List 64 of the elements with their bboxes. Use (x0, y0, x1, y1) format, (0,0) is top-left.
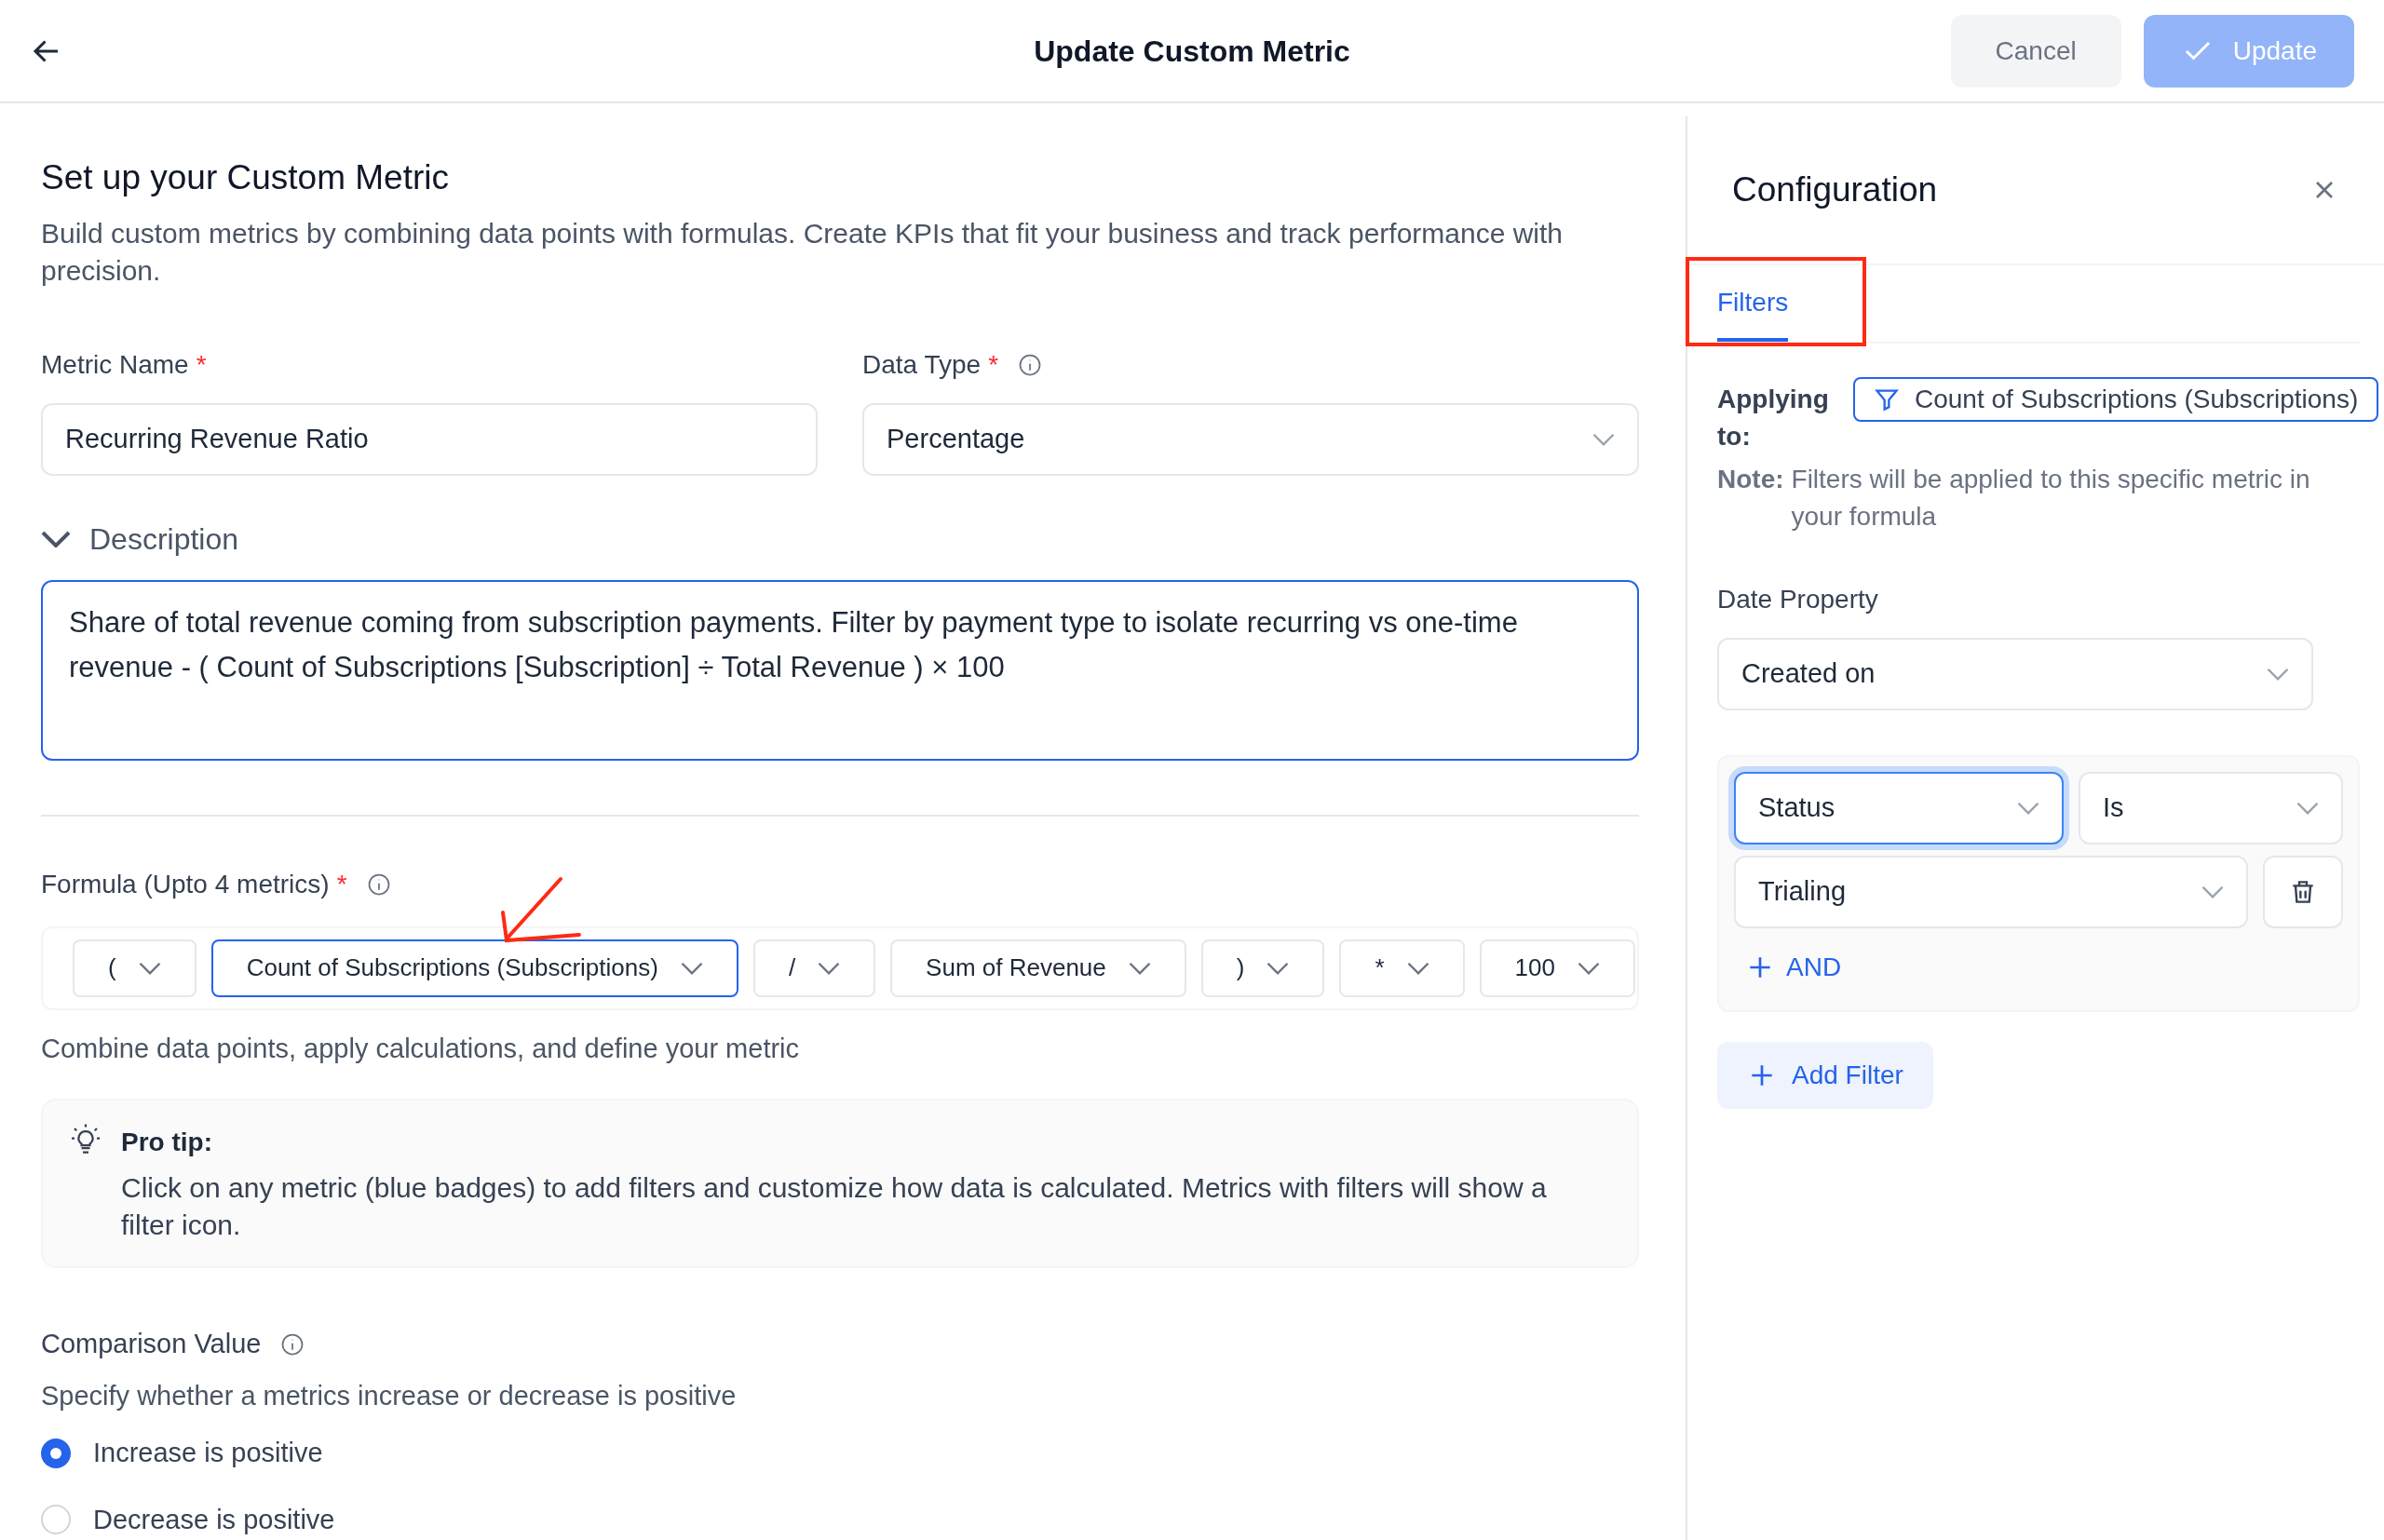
delete-button[interactable] (2263, 856, 2343, 928)
chevron-down-icon (818, 961, 841, 975)
chevron-down-icon (138, 961, 161, 975)
dropdown[interactable]: Trialing (1734, 856, 2248, 928)
chevron-down-icon (2296, 802, 2319, 815)
dropdown-value: Status (1758, 791, 1835, 825)
chevron-down-icon (680, 961, 703, 975)
field-label: Metric Name (41, 348, 189, 381)
chevron-down-icon (2267, 668, 2289, 681)
formula-token[interactable]: ( (73, 939, 196, 997)
chevron-down-icon (1406, 961, 1429, 975)
radio-button[interactable] (41, 1505, 71, 1535)
formula-token[interactable]: * (1339, 939, 1465, 997)
required-mark: * (336, 869, 347, 901)
add-and-button[interactable]: AND (1734, 939, 1853, 995)
pro-tip-title: Pro tip: (121, 1127, 213, 1158)
formula-token[interactable]: Count of Subscriptions (Subscriptions) (210, 939, 738, 997)
dropdown[interactable]: Percentage (862, 402, 1639, 476)
applying-metric-chip[interactable]: Count of Subscriptions (Subscriptions) (1853, 377, 2379, 422)
applying-label: Applying to: (1717, 384, 1830, 453)
page-title: Update Custom Metric (1034, 33, 1350, 70)
applying-metric-text: Count of Subscriptions (Subscriptions) (1915, 384, 2359, 415)
formula-token[interactable]: ) (1200, 939, 1325, 997)
field-label: Data Type (862, 348, 982, 381)
pro-tip-text: Click on any metric (blue badges) to add filters and customize how data is calculated. Metrics with filters will show a filter icon. (121, 1171, 1548, 1242)
radio-label: Decrease is positive (93, 1503, 335, 1536)
metric-name-field[interactable]: Recurring Revenue Ratio (41, 402, 818, 476)
chevron-down-icon (2017, 802, 2039, 815)
dropdown-value: Percentage (887, 422, 1025, 455)
dropdown[interactable]: Is (2079, 772, 2343, 844)
required-mark: * (988, 348, 999, 381)
section-title: Set up your Custom Metric (41, 157, 450, 198)
description-field[interactable]: Share of total revenue coming from subscription payments. Filter by payment type to isolate recurring vs one-time revenue - ( Count of Subscriptions [Subscription] ÷ Total Revenue ) × 100 (41, 579, 1639, 762)
description-toggle[interactable]: Description (41, 516, 1639, 561)
chevron-icon (41, 530, 71, 547)
dropdown[interactable]: Created on (1717, 638, 2313, 710)
lightbulb-icon (69, 1123, 102, 1156)
formula-token[interactable]: 100 (1479, 939, 1635, 997)
cancel-button[interactable]: Cancel (1950, 14, 2121, 88)
formula-token[interactable]: / (752, 939, 876, 997)
formula-token[interactable]: Sum of Revenue (890, 939, 1186, 997)
add-filter-button[interactable]: Add Filter (1717, 1042, 1933, 1109)
radio-button[interactable] (41, 1438, 71, 1468)
dropdown-value: Is (2103, 791, 2124, 825)
chevron-down-icon (1128, 961, 1151, 975)
dropdown-value: Trialing (1758, 875, 1846, 909)
note-label: Note: (1717, 464, 1784, 495)
comparison-hint: Specify whether a metrics increase or decrease is positive (41, 1379, 738, 1412)
panel-title: Configuration (1732, 169, 1938, 211)
tab[interactable]: Filters (1717, 263, 1789, 342)
radio-label: Increase is positive (93, 1437, 323, 1469)
field-label: Formula (Upto 4 metrics) (41, 869, 330, 901)
field-label: Date Property (1717, 584, 1879, 615)
note-text: Filters will be applied to this specific metric in your formula (1791, 464, 2311, 533)
chevron-down-icon (2201, 885, 2224, 898)
chevron-down-icon (1266, 961, 1290, 975)
chevron-down-icon (1577, 961, 1600, 975)
dropdown-value: Created on (1741, 657, 1876, 691)
chevron-down-icon (1592, 432, 1615, 446)
section-subtitle: Build custom metrics by combining data points with formulas. Create KPIs that fit your business and track performance with precision. (41, 216, 1564, 288)
required-mark: * (196, 348, 207, 381)
formula-hint: Combine data points, apply calculations, and define your metric (41, 1032, 801, 1065)
field-label: Comparison Value (41, 1328, 262, 1360)
field-value: Recurring Revenue Ratio (65, 422, 369, 455)
